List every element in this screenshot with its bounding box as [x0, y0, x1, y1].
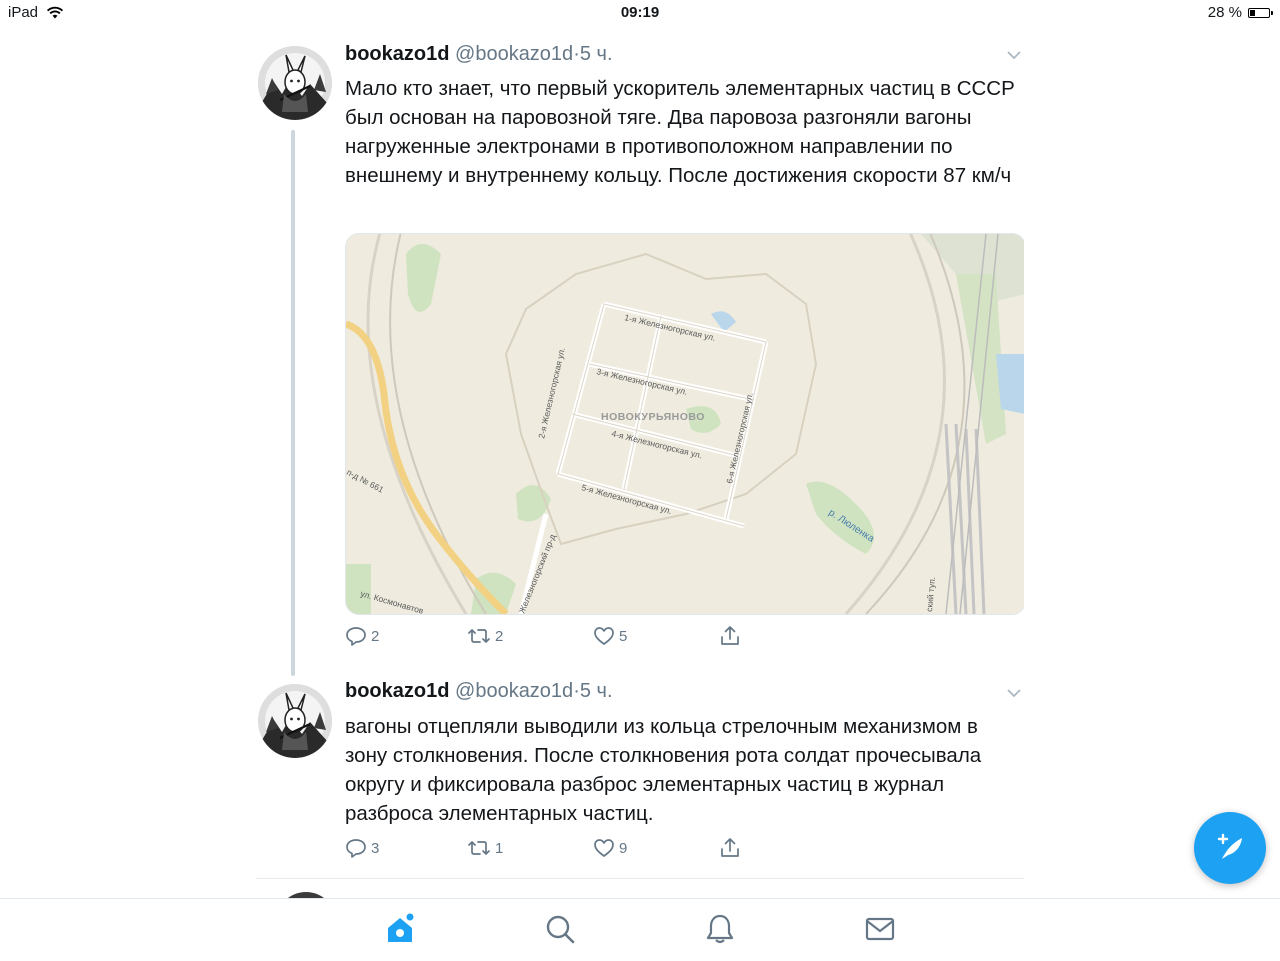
share-button[interactable]: [719, 625, 741, 647]
tweet-time[interactable]: 5 ч.: [580, 43, 613, 65]
tab-bar: [0, 898, 1280, 961]
retweet-count: 1: [495, 839, 504, 857]
compose-tweet-icon: [1217, 833, 1242, 859]
reply-count: 3: [371, 839, 380, 857]
heart-icon: [594, 627, 614, 645]
tweet-text: Мало кто знает, что первый ускоритель эл…: [345, 77, 1015, 187]
like-button[interactable]: 5: [593, 625, 719, 647]
retweet-icon: [468, 629, 490, 643]
tab-notifications[interactable]: [704, 913, 736, 945]
tweet-time[interactable]: 5 ч.: [580, 680, 613, 702]
map: 1-я Железногорская ул. 3-я Железногорска…: [346, 234, 1024, 614]
tweet-divider: [256, 878, 1024, 879]
retweet-button[interactable]: 2: [467, 625, 593, 647]
author-handle[interactable]: @bookazo1d: [455, 680, 573, 702]
tweet-actions: 3 1 9: [345, 837, 741, 859]
tweet[interactable]: bookazo1d @bookazo1d·5 ч. вагоны отцепля…: [256, 662, 1024, 880]
author-name[interactable]: bookazo1d: [345, 680, 449, 702]
mail-icon: [865, 917, 895, 941]
compose-button[interactable]: [1194, 812, 1266, 884]
tweet-text: вагоны отцепляли выводили из кольца стре…: [345, 715, 982, 825]
reply-button[interactable]: 2: [345, 625, 467, 647]
tweet-header: bookazo1d @bookazo1d·5 ч.: [345, 680, 613, 703]
chevron-down-icon[interactable]: [1006, 50, 1022, 60]
status-time: 09:19: [620, 4, 660, 21]
timeline[interactable]: bookazo1d @bookazo1d·5 ч. Мало кто знает…: [256, 26, 1024, 898]
bell-icon: [706, 914, 734, 944]
heart-icon: [594, 839, 614, 857]
retweet-button[interactable]: 1: [467, 837, 593, 859]
home-icon: [388, 913, 414, 942]
share-button[interactable]: [719, 837, 741, 859]
tweet-actions: 2 2 5: [345, 625, 741, 647]
tweet[interactable]: bookazo1d @bookazo1d·5 ч. Мало кто знает…: [256, 26, 1024, 676]
retweet-count: 2: [495, 627, 504, 645]
like-button[interactable]: 9: [593, 837, 719, 859]
author-handle[interactable]: @bookazo1d: [455, 43, 573, 65]
tab-search[interactable]: [544, 913, 576, 945]
share-icon: [721, 626, 739, 645]
share-icon: [721, 838, 739, 857]
tweet-header: bookazo1d @bookazo1d·5 ч.: [345, 43, 613, 66]
reply-icon: [346, 839, 366, 858]
tab-messages[interactable]: [864, 913, 896, 945]
battery-icon: [1248, 7, 1273, 18]
like-count: 9: [619, 839, 628, 857]
battery-percent: 28 %: [1207, 4, 1242, 21]
retweet-icon: [468, 841, 490, 855]
tweet-map-image[interactable]: 1-я Железногорская ул. 3-я Железногорска…: [345, 233, 1024, 615]
avatar[interactable]: [258, 684, 332, 758]
status-bar: iPad 09:19 28 %: [0, 0, 1280, 26]
district-label: НОВОКУРЬЯНОВО: [601, 411, 705, 423]
separator: ·: [573, 43, 580, 65]
chevron-down-icon[interactable]: [1006, 688, 1022, 698]
like-count: 5: [619, 627, 628, 645]
separator: ·: [573, 680, 580, 702]
search-icon: [546, 915, 575, 944]
status-right: 28 %: [1207, 4, 1273, 21]
reply-icon: [346, 627, 366, 646]
thread-line: [291, 130, 295, 676]
reply-button[interactable]: 3: [345, 837, 467, 859]
author-name[interactable]: bookazo1d: [345, 43, 449, 65]
reply-count: 2: [371, 627, 380, 645]
tab-home[interactable]: [384, 913, 416, 945]
avatar[interactable]: [258, 46, 332, 120]
